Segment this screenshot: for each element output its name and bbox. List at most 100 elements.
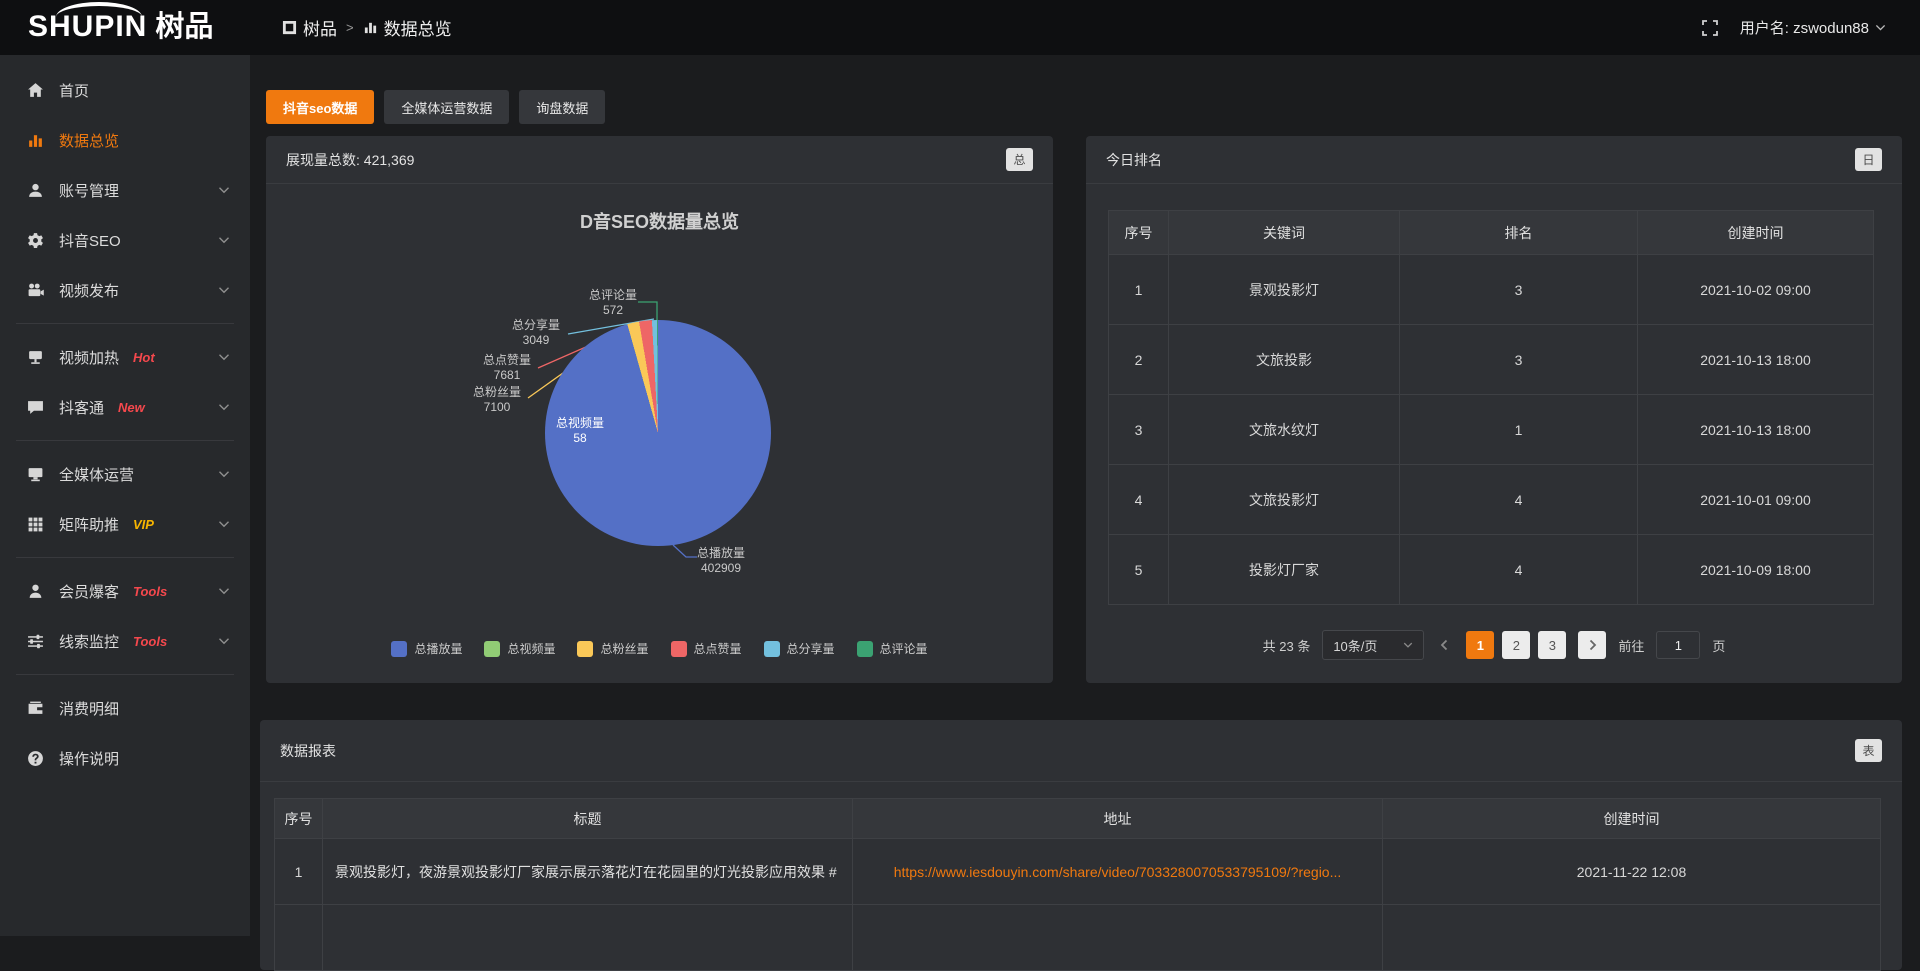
sidebar-item-consumption-details[interactable]: 消费明细 (0, 683, 250, 733)
sidebar-item-data-overview[interactable]: 数据总览 (0, 115, 250, 165)
sidebar-item-operation-guide[interactable]: 操作说明 (0, 733, 250, 783)
report-table-row: 1 景观投影灯，夜游景观投影灯厂家展示展示落花灯在花园里的灯光投影应用效果 # … (275, 839, 1881, 905)
col-title: 标题 (323, 799, 853, 839)
page-button-2[interactable]: 2 (1502, 631, 1530, 659)
user-menu[interactable]: 用户名: zswodun88 (1740, 17, 1886, 38)
page-button-1[interactable]: 1 (1466, 631, 1494, 659)
legend-item-3[interactable]: 总点赞量 (671, 640, 742, 657)
sidebar-divider (16, 674, 234, 675)
rank-row-keyword: 景观投影灯 (1169, 255, 1400, 325)
sidebar-item-label: 全媒体运营 (59, 464, 134, 485)
day-badge-button[interactable]: 日 (1855, 148, 1882, 171)
sidebar-item-account-management[interactable]: 账号管理 (0, 165, 250, 215)
video-camera-icon (27, 282, 44, 299)
bar-chart-icon (363, 20, 378, 35)
page-size-select[interactable]: 10条/页 (1322, 630, 1424, 660)
home-icon (27, 82, 44, 99)
rank-row-rank: 4 (1400, 465, 1638, 535)
total-badge-button[interactable]: 总 (1006, 148, 1033, 171)
legend-item-4[interactable]: 总分享量 (764, 640, 835, 657)
sidebar-item-label: 视频加热 (59, 347, 119, 368)
legend-item-1[interactable]: 总视频量 (484, 640, 555, 657)
rank-row-rank: 3 (1400, 255, 1638, 325)
sidebar-badge-tools: Tools (133, 634, 167, 649)
next-page-button[interactable] (1578, 631, 1606, 659)
sidebar-item-label: 线索监控 (59, 631, 119, 652)
app-logo[interactable]: SHUPIN 树品 (28, 8, 213, 46)
legend-item-0[interactable]: 总播放量 (391, 640, 462, 657)
prev-page-button[interactable] (1436, 639, 1454, 651)
report-row-url-link[interactable]: https://www.iesdouyin.com/share/video/70… (894, 864, 1342, 880)
legend-label: 总点赞量 (694, 640, 742, 657)
legend-chip (764, 641, 780, 657)
legend-chip (671, 641, 687, 657)
fullscreen-icon[interactable] (1702, 20, 1718, 36)
legend-label: 总评论量 (880, 640, 928, 657)
col-keyword: 关键词 (1169, 211, 1400, 255)
goto-label: 前往 (1618, 636, 1644, 655)
breadcrumb: 树品 > 数据总览 (282, 0, 452, 55)
sidebar-item-video-publish[interactable]: 视频发布 (0, 265, 250, 315)
tab-inquiry-data[interactable]: 询盘数据 (519, 90, 605, 124)
wallet-icon (27, 700, 44, 717)
sidebar-item-matrix-boost[interactable]: 矩阵助推VIP (0, 499, 250, 549)
page-button-3[interactable]: 3 (1538, 631, 1566, 659)
ranking-pagination: 共 23 条 10条/页 123 前往 页 (1086, 630, 1902, 660)
ranking-table-row: 3文旅水纹灯12021-10-13 18:00 (1109, 395, 1874, 465)
legend-item-2[interactable]: 总粉丝量 (577, 640, 648, 657)
sidebar-divider (16, 557, 234, 558)
rank-row-keyword: 文旅水纹灯 (1169, 395, 1400, 465)
col-index: 序号 (275, 799, 323, 839)
sidebar-item-omni-media[interactable]: 全媒体运营 (0, 449, 250, 499)
top-bar: SHUPIN 树品 树品 > 数据总览 用户名: zswodun88 (0, 0, 1920, 55)
breadcrumb-separator: > (346, 20, 354, 35)
pie-label-plays: 总播放量 402909 (679, 546, 763, 576)
user-icon (27, 182, 44, 199)
goto-page-input[interactable] (1656, 631, 1700, 659)
table-badge-button[interactable]: 表 (1855, 739, 1882, 762)
legend-chip (484, 641, 500, 657)
sliders-icon (27, 633, 44, 650)
legend-chip (391, 641, 407, 657)
sidebar-item-home[interactable]: 首页 (0, 65, 250, 115)
ranking-table-row: 1景观投影灯32021-10-02 09:00 (1109, 255, 1874, 325)
tab-douyin-seo-data[interactable]: 抖音seo数据 (266, 90, 374, 124)
report-row-index: 1 (275, 839, 323, 905)
chevron-down-icon (218, 284, 230, 296)
data-source-tabs: 抖音seo数据 全媒体运营数据 询盘数据 (266, 90, 605, 124)
report-row-title: 景观投影灯，夜游景观投影灯厂家展示展示落花灯在花园里的灯光投影应用效果 # (323, 839, 853, 905)
sidebar-item-lead-monitor[interactable]: 线索监控 Tools (0, 616, 250, 666)
rank-row-index: 3 (1109, 395, 1169, 465)
report-table-row-partial (275, 905, 1881, 971)
sidebar-item-label: 会员爆客 (59, 581, 119, 602)
chart-legend: 总播放量 总视频量 总粉丝量 总点赞量 总分享量 总评论量 (266, 640, 1053, 657)
rank-row-rank: 4 (1400, 535, 1638, 605)
rank-row-keyword: 投影灯厂家 (1169, 535, 1400, 605)
sidebar-item-label: 账号管理 (59, 180, 119, 201)
chart-title: D音SEO数据量总览 (266, 208, 1053, 234)
ranking-table-header-row: 序号 关键词 排名 创建时间 (1109, 211, 1874, 255)
sidebar-item-douyin-seo[interactable]: 抖音SEO (0, 215, 250, 265)
goto-suffix-label: 页 (1712, 636, 1725, 655)
sidebar-item-member-burst[interactable]: 会员爆客Tools (0, 566, 250, 616)
legend-label: 总粉丝量 (600, 640, 648, 657)
username-label: 用户名: zswodun88 (1740, 17, 1869, 38)
col-created: 创建时间 (1638, 211, 1874, 255)
sidebar-item-video-heating[interactable]: 视频加热Hot (0, 332, 250, 382)
seo-chart-panel: 展现量总数: 421,369 总 D音SEO数据量总览 总评论量 572 总分享… (266, 136, 1053, 683)
tab-omni-media-data[interactable]: 全媒体运营数据 (384, 90, 509, 124)
breadcrumb-page[interactable]: 数据总览 (363, 15, 452, 40)
breadcrumb-app[interactable]: 树品 (282, 15, 337, 40)
app-square-icon (282, 20, 297, 35)
legend-label: 总分享量 (787, 640, 835, 657)
sidebar-divider (16, 323, 234, 324)
legend-item-5[interactable]: 总评论量 (857, 640, 928, 657)
col-index: 序号 (1109, 211, 1169, 255)
chevron-down-icon (1403, 640, 1413, 650)
report-panel-header: 数据报表 表 (260, 720, 1902, 782)
chart-panel-header: 展现量总数: 421,369 总 (266, 136, 1053, 184)
sidebar-item-douketong[interactable]: 抖客通New (0, 382, 250, 432)
legend-chip (577, 641, 593, 657)
pie-label-comments: 总评论量 572 (571, 288, 655, 318)
question-icon (27, 750, 44, 767)
